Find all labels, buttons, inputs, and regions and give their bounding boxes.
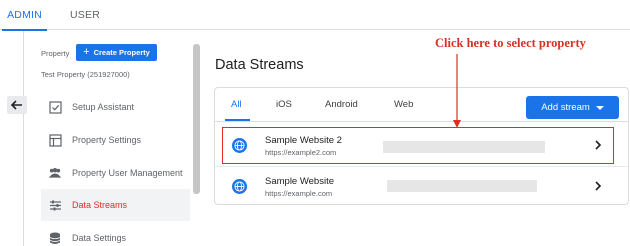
property-name: Test Property (251927000) — [41, 70, 130, 79]
streams-icon — [48, 198, 62, 212]
sidebar-item-label: Data Settings — [72, 233, 127, 243]
redacted-stream-id — [387, 180, 537, 192]
tab-ios[interactable]: iOS — [276, 99, 292, 110]
tab-android[interactable]: Android — [325, 99, 358, 110]
stream-name: Sample Website 2 — [265, 135, 342, 146]
dropdown-caret-icon — [595, 105, 604, 110]
sidebar-item-setup-assistant[interactable]: Setup Assistant — [41, 91, 190, 123]
stream-url: https://example.com — [265, 189, 333, 198]
page-title: Data Streams — [215, 57, 304, 73]
tab-admin[interactable]: ADMIN — [2, 0, 47, 31]
nav-divider-line — [23, 31, 24, 246]
chevron-right-icon — [595, 181, 602, 191]
tab-all[interactable]: All — [231, 99, 242, 110]
redacted-stream-id — [383, 141, 545, 153]
users-icon — [48, 166, 62, 180]
tabs-divider — [215, 121, 628, 122]
property-label: Property — [41, 49, 70, 58]
settings-box-icon — [48, 133, 62, 147]
checkbox-icon — [48, 100, 62, 114]
plus-icon: + — [83, 46, 90, 58]
annotation-arrow — [453, 54, 461, 128]
add-stream-button[interactable]: Add stream — [526, 96, 619, 119]
arrow-left-icon — [11, 100, 22, 110]
globe-icon — [232, 179, 247, 194]
stream-row[interactable]: Sample Website 2 https://example2.com — [215, 126, 628, 166]
globe-icon — [232, 138, 247, 153]
annotation-text: Click here to select property — [435, 36, 586, 50]
top-tab-bar: ADMIN USER — [0, 0, 630, 31]
stream-row[interactable]: Sample Website https://example.com — [215, 166, 628, 206]
sidebar-item-label: Property User Management — [72, 168, 183, 178]
sidebar-item-label: Property Settings — [72, 135, 142, 145]
stream-name: Sample Website — [265, 176, 334, 187]
sidebar-item-label: Data Streams — [72, 200, 128, 210]
database-icon — [48, 231, 62, 245]
add-stream-label: Add stream — [541, 102, 590, 113]
stream-url: https://example2.com — [265, 148, 337, 157]
sidebar-item-data-settings[interactable]: Data Settings — [41, 222, 190, 246]
sidebar-item-property-settings[interactable]: Property Settings — [41, 124, 190, 156]
tab-web[interactable]: Web — [394, 99, 413, 110]
tab-user[interactable]: USER — [64, 0, 106, 30]
create-property-button[interactable]: + Create Property — [76, 44, 157, 61]
sidebar-item-property-user-management[interactable]: Property User Management — [41, 157, 190, 189]
sidebar-item-data-streams[interactable]: Data Streams — [41, 189, 190, 221]
sidebar-scrollbar[interactable] — [193, 44, 200, 194]
create-property-label: Create Property — [93, 48, 150, 57]
chevron-right-icon — [595, 140, 602, 150]
sidebar-item-label: Setup Assistant — [72, 102, 135, 112]
back-button[interactable] — [7, 96, 27, 114]
